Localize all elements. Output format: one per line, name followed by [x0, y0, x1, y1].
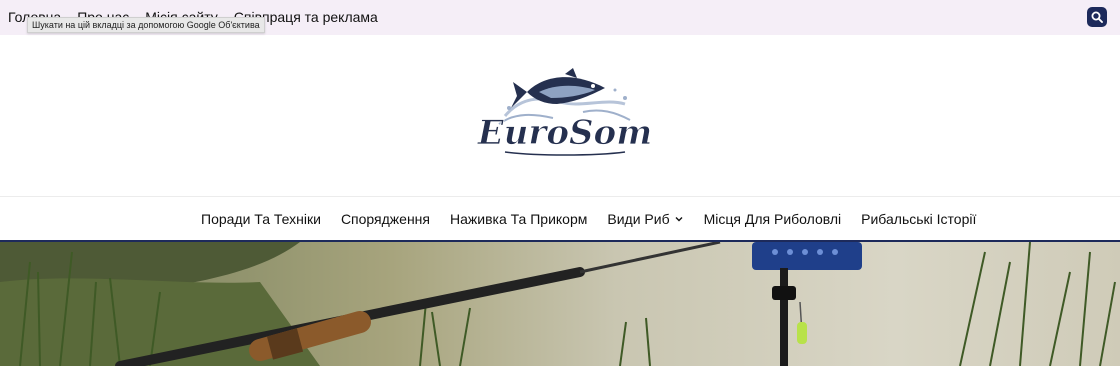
site-logo[interactable]: EuroSom: [465, 68, 665, 160]
logo-graphic: EuroSom: [476, 68, 653, 156]
hero-image: [0, 242, 1120, 366]
nav-item-tips[interactable]: Поради Та Техніки: [201, 211, 321, 227]
nav-item-stories[interactable]: Рибальські Історії: [861, 211, 976, 227]
lens-tooltip: Шукати на цій вкладці за допомогою Googl…: [27, 17, 265, 33]
logo-text: EuroSom: [477, 113, 652, 153]
main-nav: Поради Та Техніки Спорядження Наживка Та…: [0, 196, 1120, 243]
nav-item-places[interactable]: Місця Для Риболовлі: [704, 211, 842, 227]
chevron-down-icon: [675, 217, 683, 222]
search-icon: [1091, 11, 1103, 23]
nav-item-gear[interactable]: Спорядження: [341, 211, 430, 227]
nav-item-bait[interactable]: Наживка Та Прикорм: [450, 211, 587, 227]
search-button[interactable]: [1087, 7, 1107, 27]
nav-item-fish-species[interactable]: Види Риб: [607, 211, 683, 227]
